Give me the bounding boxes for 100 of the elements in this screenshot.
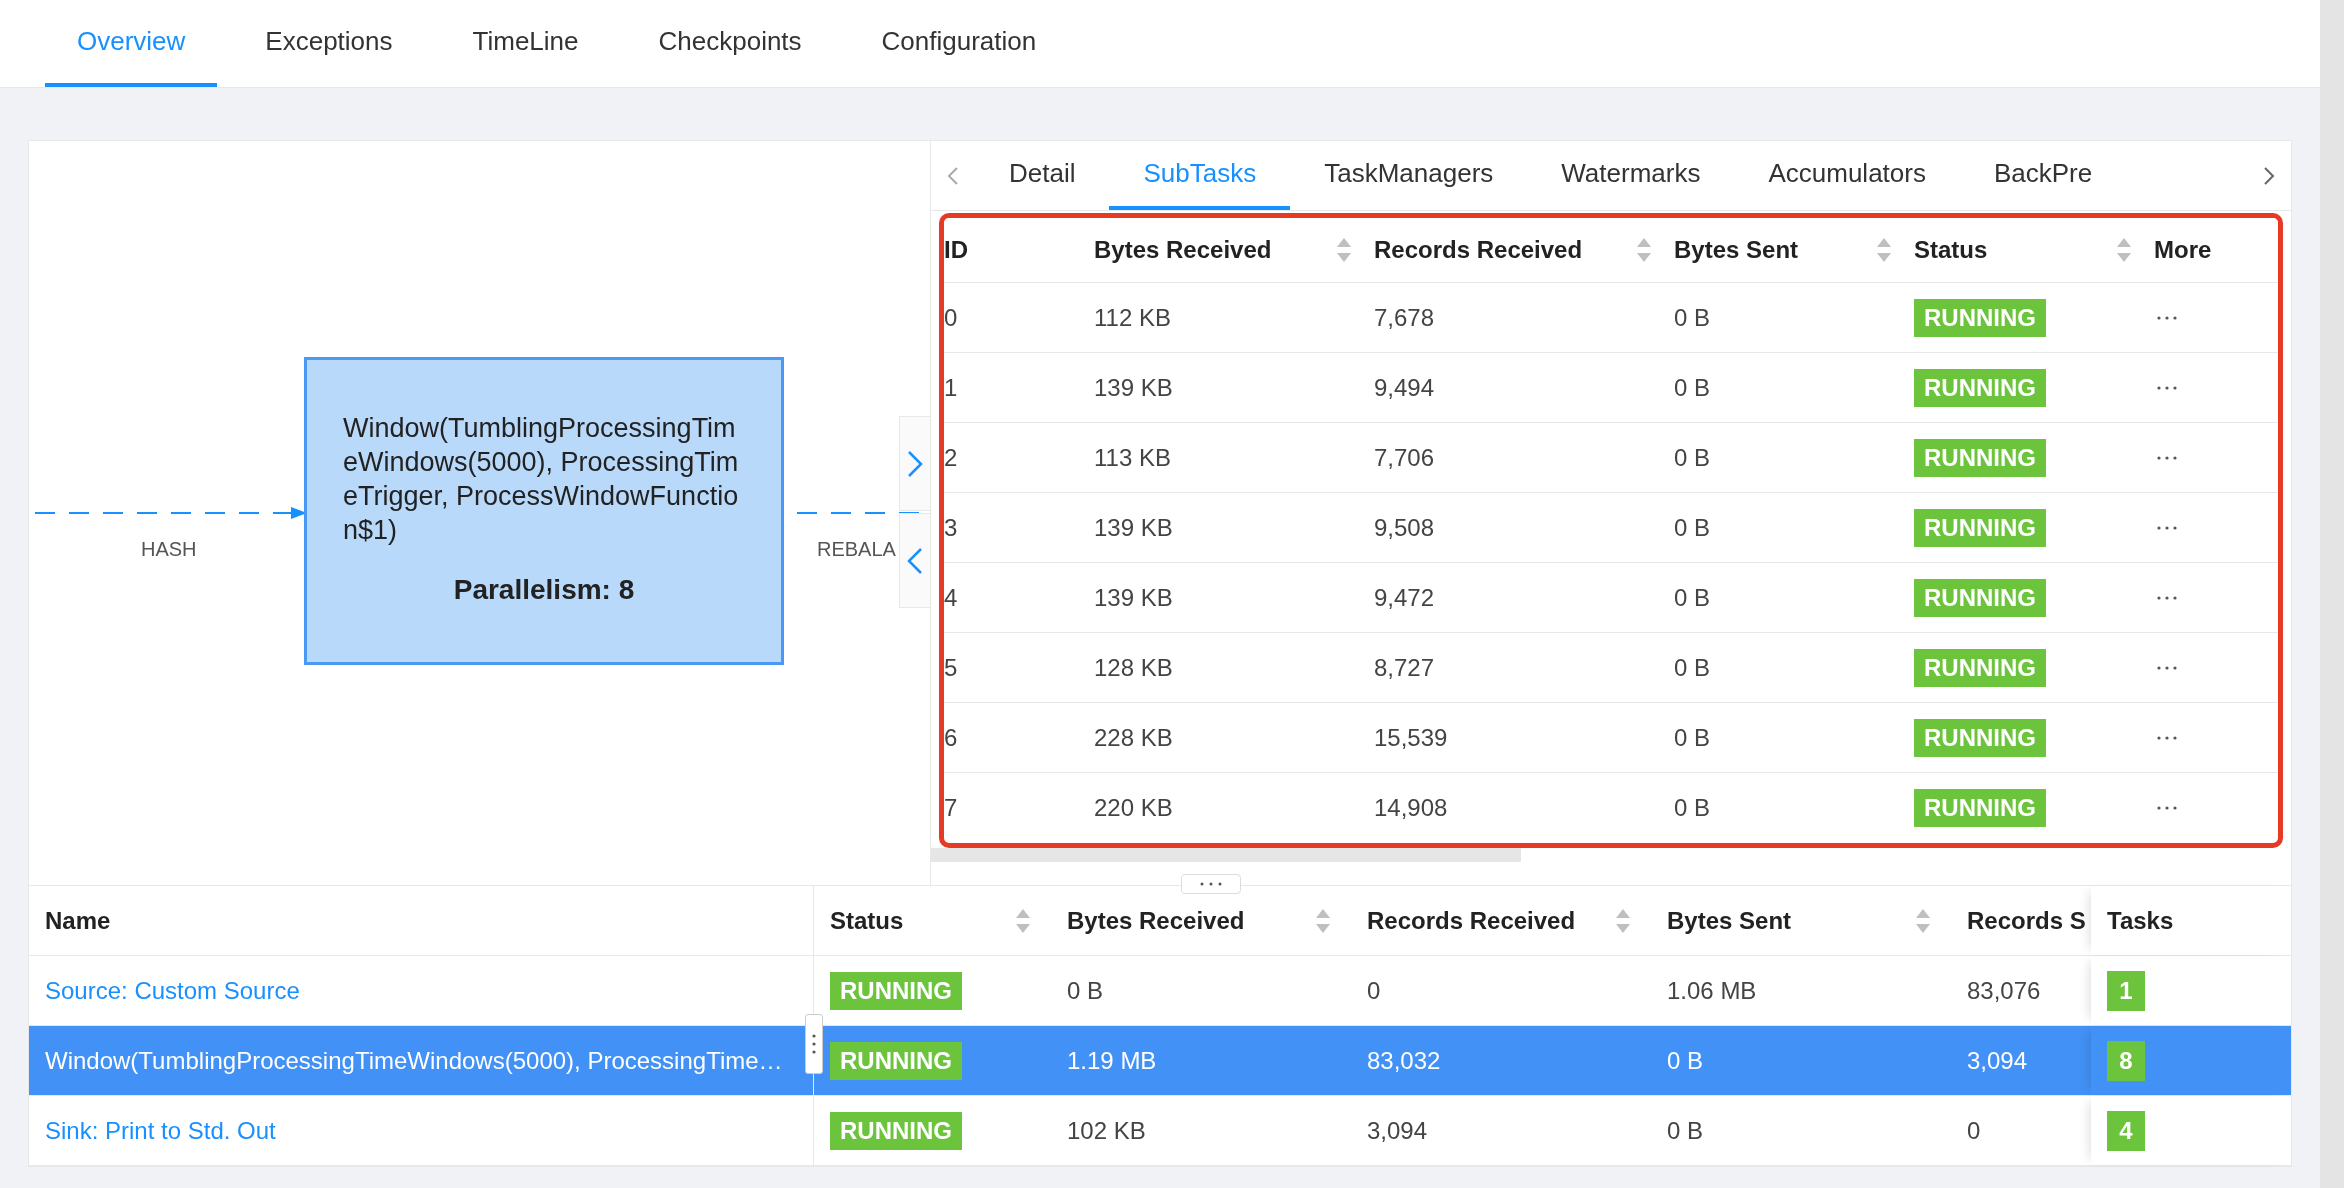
tab[interactable]: Watermarks [1527, 140, 1735, 210]
table-row[interactable]: Source: Custom Source RUNNING 0 B 0 1.06 MB 83,076 1 [29, 956, 2291, 1026]
tab[interactable]: Configuration [849, 0, 1069, 87]
table-cell: 8,727 [1374, 653, 1435, 681]
more-icon[interactable] [2156, 664, 2178, 671]
table-cell: 83,076 [1967, 976, 2041, 1004]
tab[interactable]: Checkpoints [626, 0, 834, 87]
table-cell: 2 [944, 443, 958, 471]
table-cell: 112 KB [1094, 303, 1171, 331]
task-count-badge: 8 [2107, 1040, 2145, 1081]
sort-icon[interactable] [1615, 907, 1631, 934]
table-cell: 9,494 [1374, 373, 1435, 401]
table-cell: 0 B [1667, 1116, 1704, 1144]
table-cell: 1.06 MB [1667, 976, 1757, 1004]
table-cell: 0 [1367, 976, 1381, 1004]
sort-icon[interactable] [1336, 237, 1352, 263]
column-header: Records Received [1374, 235, 1583, 265]
table-cell: 1.19 MB [1067, 1046, 1157, 1074]
column-header: Status [830, 905, 904, 936]
table-cell: 0 B [1674, 373, 1711, 401]
column-resize-handle[interactable] [805, 1014, 823, 1074]
status-badge: RUNNING [1914, 718, 2046, 757]
more-icon[interactable] [2156, 805, 2178, 811]
table-cell: 220 KB [1094, 794, 1173, 821]
sort-icon[interactable] [1915, 907, 1931, 934]
column-header: Records S [1967, 905, 2086, 936]
task-count-badge: 4 [2107, 1110, 2145, 1151]
operator-node[interactable]: Window(TumblingProcessingTimeWindows(5000), ProcessingTimeTrigger, ProcessWindowFunction$1) Parallelism: 8 [304, 357, 784, 665]
table-cell: 0 B [1674, 513, 1711, 541]
column-header: Bytes Sent [1674, 235, 1799, 265]
chevron-right-icon [2263, 166, 2275, 186]
column-header: Bytes Sent [1667, 905, 1792, 936]
table-cell: 3,094 [1367, 1116, 1428, 1144]
chevron-right-icon [907, 449, 923, 478]
status-badge: RUNNING [830, 971, 962, 1010]
table-cell: 14,908 [1374, 794, 1448, 821]
table-cell: 7,678 [1374, 303, 1435, 331]
resize-handle[interactable] [1181, 874, 1241, 894]
scrollbar[interactable] [931, 848, 1521, 862]
sort-icon[interactable] [1315, 907, 1331, 934]
chevron-left-icon [947, 166, 959, 186]
status-badge: RUNNING [830, 1041, 962, 1080]
sort-icon[interactable] [2116, 237, 2132, 263]
table-cell: 3 [944, 513, 958, 541]
table-cell: 228 KB [1094, 723, 1173, 751]
column-header: Records Received [1367, 905, 1576, 936]
table-cell: 9,508 [1374, 513, 1435, 541]
sort-icon[interactable] [1636, 237, 1652, 263]
table-cell: 0 B [1674, 303, 1711, 331]
status-badge: RUNNING [1914, 789, 2046, 827]
node-title: Window(TumblingProcessingTimeWindows(5000), ProcessingTimeTrigger, ProcessWindowFunction$1) [343, 412, 740, 547]
status-badge: RUNNING [830, 1111, 962, 1150]
tab[interactable]: TaskManagers [1290, 140, 1528, 210]
column-header: Bytes Received [1094, 235, 1272, 265]
more-icon[interactable] [2156, 384, 2178, 391]
table-cell: 1 [944, 373, 958, 401]
column-header: ID [944, 235, 968, 265]
more-icon[interactable] [2156, 594, 2178, 601]
more-icon[interactable] [2156, 524, 2178, 531]
edge-label: HASH [141, 537, 197, 562]
task-count-badge: 1 [2107, 970, 2145, 1011]
table-cell: 0 B [1674, 583, 1711, 611]
tab[interactable]: TimeLine [440, 0, 611, 87]
tab[interactable]: Exceptions [233, 0, 425, 87]
table-cell: 139 KB [1094, 513, 1173, 541]
status-badge: RUNNING [1914, 438, 2046, 477]
status-badge: RUNNING [1914, 508, 2046, 547]
column-header: Name [45, 905, 111, 936]
table-cell: 128 KB [1094, 653, 1173, 681]
collapse-button[interactable] [899, 513, 931, 608]
more-icon[interactable] [2156, 314, 2178, 321]
table-cell: 7 [944, 794, 958, 821]
table-cell: 4 [944, 583, 958, 611]
node-parallelism: Parallelism: 8 [452, 573, 636, 607]
table-cell: 0 B [1674, 443, 1711, 471]
column-header: Status [1914, 235, 1988, 265]
table-cell: 0 B [1674, 723, 1711, 751]
table-cell: 0 B [1667, 1046, 1704, 1074]
table-cell: 0 B [1067, 976, 1104, 1004]
more-icon[interactable] [2156, 454, 2178, 461]
table-cell: 0 B [1674, 794, 1711, 821]
sort-icon[interactable] [1876, 237, 1892, 263]
chevron-left-icon [907, 546, 923, 575]
table-cell: 7,706 [1374, 443, 1435, 471]
table-cell: 3,094 [1967, 1046, 2028, 1074]
expand-button[interactable] [899, 416, 931, 511]
status-badge: RUNNING [1914, 368, 2046, 407]
more-icon[interactable] [2156, 734, 2178, 741]
status-badge: RUNNING [1914, 648, 2046, 687]
table-cell: 0 B [1674, 653, 1711, 681]
table-row[interactable]: Sink: Print to Std. Out RUNNING 102 KB 3,094 0 B 0 4 [29, 1096, 2291, 1166]
column-header: More [2154, 235, 2212, 265]
tab[interactable]: BackPre [1959, 140, 2127, 210]
sort-icon[interactable] [1015, 907, 1031, 934]
table-cell: 0 [1967, 1116, 1981, 1144]
table-cell: 0 [944, 303, 958, 331]
tab[interactable]: Accumulators [1734, 140, 1960, 210]
table-cell: 6 [944, 723, 958, 751]
column-header: Bytes Received [1067, 905, 1245, 936]
tab[interactable]: Detail [975, 140, 1110, 210]
